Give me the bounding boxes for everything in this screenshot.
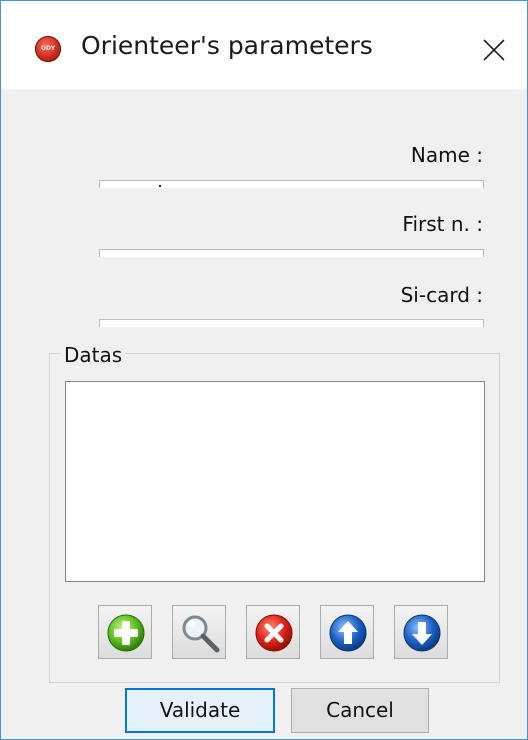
close-button[interactable]: [467, 23, 519, 75]
app-icon: ODY: [35, 36, 61, 62]
search-icon: [182, 615, 220, 653]
datas-list[interactable]: [65, 381, 485, 582]
search-button[interactable]: [172, 605, 226, 659]
title-bar: ODY Orienteer's parameters: [1, 1, 527, 89]
validate-button[interactable]: Validate: [125, 688, 275, 733]
name-field[interactable]: [99, 180, 484, 188]
text-cursor: [159, 185, 161, 187]
first-name-field[interactable]: [99, 249, 484, 257]
move-down-icon: [403, 614, 441, 652]
delete-icon: [255, 614, 293, 652]
add-icon: [107, 614, 145, 652]
add-button[interactable]: [98, 605, 152, 659]
cancel-button[interactable]: Cancel: [291, 688, 429, 733]
move-up-icon: [329, 614, 367, 652]
si-card-label: Si-card :: [400, 283, 483, 307]
si-card-field[interactable]: [99, 319, 484, 327]
delete-button[interactable]: [246, 605, 300, 659]
close-icon: [483, 39, 505, 61]
name-label: Name :: [410, 143, 483, 167]
first-name-label: First n. :: [402, 212, 483, 236]
window-title: Orienteer's parameters: [81, 31, 373, 60]
app-icon-text: ODY: [40, 45, 56, 52]
move-up-button[interactable]: [320, 605, 374, 659]
move-down-button[interactable]: [394, 605, 448, 659]
datas-group-title: Datas: [61, 343, 126, 367]
dialog-window: ODY Orienteer's parameters Name : First …: [0, 0, 528, 740]
